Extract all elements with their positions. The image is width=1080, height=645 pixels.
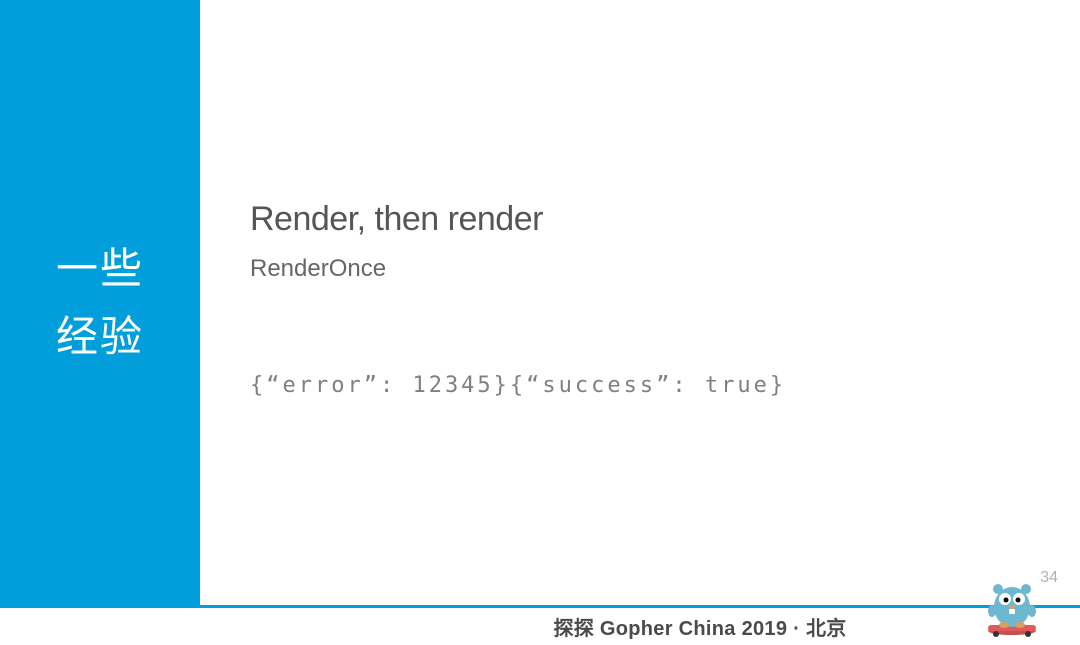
sidebar-title-line1: 一些 — [56, 235, 144, 302]
sidebar-title: 一些 经验 — [56, 235, 144, 369]
content-heading: Render, then render — [250, 200, 1040, 239]
sidebar-title-line2: 经验 — [56, 303, 144, 370]
content-area: Render, then render RenderOnce {“error”:… — [250, 200, 1040, 398]
content-code: {“error”: 12345}{“success”: true} — [250, 373, 1040, 398]
gopher-mascot-icon — [978, 575, 1046, 639]
slide: 一些 经验 Render, then render RenderOnce {“e… — [0, 0, 1080, 645]
footer-text: 探探 Gopher China 2019 · 北京 — [553, 612, 846, 641]
footer: 探探 Gopher China 2019 · 北京 — [0, 605, 1080, 645]
sidebar: 一些 经验 — [0, 0, 200, 645]
content-subheading: RenderOnce — [250, 255, 1040, 283]
footer-inner: 探探 Gopher China 2019 · 北京 — [233, 612, 846, 641]
